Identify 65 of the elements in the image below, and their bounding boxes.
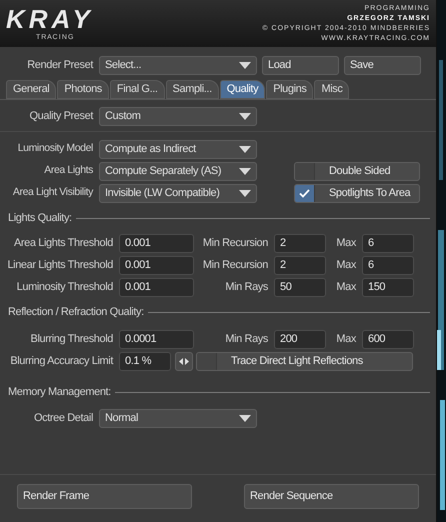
- field-label: Max: [335, 236, 358, 251]
- dropdown-caret-icon: [239, 112, 251, 120]
- logo: KRAY: [6, 5, 94, 33]
- dropdown[interactable]: Custom: [99, 106, 257, 126]
- field-label: Max: [335, 258, 358, 273]
- input-field[interactable]: 2: [274, 234, 326, 252]
- dropdown-caret-icon: [239, 414, 251, 422]
- input-field[interactable]: 0.001: [119, 256, 194, 274]
- input-field[interactable]: 2: [274, 256, 326, 274]
- field-label: Max: [335, 280, 358, 295]
- field-label: Area Lights: [43, 163, 94, 178]
- input-field[interactable]: 600: [362, 330, 414, 348]
- tab[interactable]: General: [6, 80, 56, 99]
- field-label: Luminosity Model: [16, 141, 94, 156]
- field-label: Min Recursion: [202, 258, 269, 273]
- toggle-button[interactable]: Double Sided: [294, 162, 420, 180]
- tab[interactable]: Sampli...: [166, 80, 219, 99]
- section-title: Lights Quality:: [8, 210, 72, 226]
- render-button[interactable]: Render Sequence: [244, 484, 419, 509]
- field-label: Area Light Visibility: [12, 185, 94, 200]
- field-label: Min Rays: [224, 280, 269, 295]
- tab[interactable]: Misc: [314, 80, 350, 99]
- dropdown-caret-icon: [239, 146, 251, 152]
- dropdown[interactable]: Compute Separately (AS): [99, 162, 257, 180]
- tab[interactable]: Plugins: [266, 80, 314, 99]
- field-label: Quality Preset: [28, 108, 94, 124]
- input-field[interactable]: 0.1 %: [119, 352, 171, 370]
- checkmark-icon: [299, 188, 310, 198]
- input-field[interactable]: 6: [362, 256, 414, 274]
- left-right-arrows-icon: [179, 358, 189, 364]
- render-button[interactable]: Render Frame: [17, 484, 192, 509]
- preset-button[interactable]: Save: [344, 56, 421, 74]
- field-label: Luminosity Threshold: [16, 280, 114, 295]
- field-label: Area Lights Threshold: [12, 236, 114, 251]
- input-field[interactable]: 150: [362, 278, 414, 296]
- input-field[interactable]: 200: [274, 330, 326, 348]
- dropdown[interactable]: Normal: [99, 408, 257, 428]
- input-field[interactable]: 0.0001: [119, 330, 194, 348]
- tab[interactable]: Photons: [57, 80, 109, 99]
- toggle-button[interactable]: Trace Direct Light Reflections: [196, 352, 413, 370]
- preset-button[interactable]: Load: [262, 56, 339, 74]
- section-title: Memory Management:: [8, 384, 111, 400]
- dropdown-caret-icon: [239, 168, 251, 174]
- field-label: Max: [335, 332, 358, 347]
- field-label: Octree Detail: [33, 410, 94, 426]
- dropdown[interactable]: Invisible (LW Compatible): [99, 184, 257, 202]
- tab[interactable]: Quality: [220, 80, 266, 99]
- field-label: Blurring Accuracy Limit: [9, 354, 114, 369]
- dropdown[interactable]: Compute as Indirect: [99, 140, 257, 158]
- dropdown[interactable]: Select...: [99, 56, 257, 74]
- stepper-button[interactable]: [175, 352, 193, 370]
- input-field[interactable]: 6: [362, 234, 414, 252]
- input-field[interactable]: 50: [274, 278, 326, 296]
- field-label: Render Preset: [26, 58, 94, 73]
- field-label: Blurring Threshold: [30, 332, 114, 347]
- section-title: Reflection / Refraction Quality:: [8, 304, 144, 320]
- input-field[interactable]: 0.001: [119, 278, 194, 296]
- toggle-button[interactable]: Spotlights To Area: [294, 184, 420, 202]
- field-label: Linear Lights Threshold: [6, 258, 114, 273]
- dropdown-caret-icon: [239, 62, 251, 68]
- field-label: Min Rays: [224, 332, 269, 347]
- input-field[interactable]: 0.001: [119, 234, 194, 252]
- field-label: Min Recursion: [202, 236, 269, 251]
- dropdown-caret-icon: [239, 190, 251, 196]
- tab[interactable]: Final G...: [110, 80, 165, 99]
